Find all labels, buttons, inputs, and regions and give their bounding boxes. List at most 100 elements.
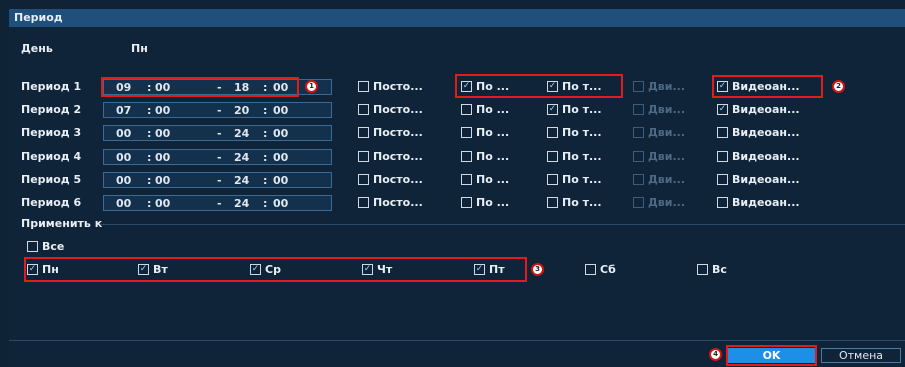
checkbox-box[interactable]: [717, 127, 728, 138]
checkbox-box[interactable]: [461, 197, 472, 208]
time-range-input[interactable]: 07:00-20:00: [103, 102, 332, 118]
time-range-input[interactable]: 00:00-24:00: [103, 149, 332, 165]
record-type-label: По ...: [476, 150, 510, 163]
checkbox-box: [633, 151, 644, 162]
time-range-input[interactable]: 00:00-24:00: [103, 172, 332, 188]
checkbox-box: [633, 197, 644, 208]
time-range-input[interactable]: 00:00-24:00: [103, 125, 332, 141]
time-to-minute: 00: [273, 127, 289, 140]
time-separator: :: [147, 151, 152, 164]
marker-4: 4: [709, 348, 722, 361]
checkbox-box[interactable]: [547, 127, 558, 138]
checkbox-box[interactable]: [461, 151, 472, 162]
record-type-checkbox[interactable]: По т...: [547, 126, 602, 139]
day-value[interactable]: Пн: [131, 42, 148, 55]
checkmark-icon[interactable]: ✓: [547, 104, 558, 115]
cancel-button[interactable]: Отмена: [821, 348, 901, 363]
record-type-label: Посто...: [373, 80, 423, 93]
record-type-label: Видеоан...: [732, 103, 800, 116]
time-from-minute: 00: [155, 104, 171, 117]
checkbox-box[interactable]: [358, 127, 369, 138]
record-type-checkbox[interactable]: Видеоан...: [717, 150, 800, 163]
record-type-checkbox[interactable]: По т...: [547, 150, 602, 163]
checkbox-box[interactable]: [358, 104, 369, 115]
highlight-recording-types: [455, 74, 623, 98]
time-range-input[interactable]: 00:00-24:00: [103, 195, 332, 211]
time-from-hour: 07: [116, 104, 132, 117]
record-type-checkbox[interactable]: Посто...: [358, 196, 423, 209]
checkbox-box[interactable]: [547, 197, 558, 208]
period-label: Период 5: [21, 173, 82, 186]
checkbox-box[interactable]: [547, 151, 558, 162]
record-type-label: Посто...: [373, 173, 423, 186]
record-type-label: Посто...: [373, 103, 423, 116]
record-type-checkbox[interactable]: Посто...: [358, 173, 423, 186]
period-label: Период 4: [21, 150, 82, 163]
record-type-label: По т...: [562, 126, 602, 139]
highlight-video-analytics: [712, 75, 823, 98]
time-separator: :: [263, 104, 268, 117]
record-type-checkbox[interactable]: По ...: [461, 103, 509, 116]
apply-day-checkbox[interactable]: Вс: [697, 263, 727, 276]
checkbox-box[interactable]: [717, 151, 728, 162]
checkmark-icon[interactable]: ✓: [717, 104, 728, 115]
time-to-minute: 00: [273, 174, 289, 187]
record-type-label: По ...: [476, 103, 510, 116]
record-type-label: Посто...: [373, 196, 423, 209]
record-type-checkbox[interactable]: По ...: [461, 150, 509, 163]
checkbox-box[interactable]: [358, 151, 369, 162]
record-type-label: Посто...: [373, 126, 423, 139]
checkbox-box[interactable]: [461, 127, 472, 138]
record-type-checkbox[interactable]: Посто...: [358, 126, 423, 139]
record-type-checkbox[interactable]: По ...: [461, 126, 509, 139]
record-type-checkbox[interactable]: По ...: [461, 173, 509, 186]
time-separator: :: [263, 197, 268, 210]
record-type-label: Дви...: [648, 150, 686, 163]
record-type-checkbox[interactable]: Посто...: [358, 80, 423, 93]
apply-day-checkbox[interactable]: Сб: [585, 263, 616, 276]
checkbox-box[interactable]: [358, 81, 369, 92]
time-to-hour: 24: [234, 197, 250, 210]
record-type-checkbox[interactable]: Видеоан...: [717, 173, 800, 186]
apply-all-checkbox[interactable]: Все: [27, 240, 64, 253]
checkbox-box[interactable]: [717, 197, 728, 208]
checkbox-box[interactable]: [27, 241, 38, 252]
record-type-checkbox[interactable]: Видеоан...: [717, 126, 800, 139]
record-type-label: Видеоан...: [732, 173, 800, 186]
marker-2: 2: [832, 80, 845, 93]
record-type-label: Посто...: [373, 150, 423, 163]
checkbox-box[interactable]: [585, 264, 596, 275]
checkbox-box[interactable]: [697, 264, 708, 275]
record-type-label: Дви...: [648, 103, 686, 116]
dialog-title: Период: [9, 9, 905, 27]
marker-1: 1: [305, 80, 318, 93]
highlight-weekdays: [24, 257, 527, 282]
record-type-checkbox[interactable]: Посто...: [358, 103, 423, 116]
time-to-hour: 20: [234, 104, 250, 117]
record-type-checkbox[interactable]: Видеоан...: [717, 196, 800, 209]
checkbox-box[interactable]: [358, 197, 369, 208]
record-type-checkbox[interactable]: По т...: [547, 173, 602, 186]
time-from-minute: 00: [155, 174, 171, 187]
time-to-minute: 00: [273, 104, 289, 117]
record-type-checkbox[interactable]: По т...: [547, 196, 602, 209]
period-label: Период 3: [21, 126, 82, 139]
time-dash: -: [217, 197, 222, 210]
apply-day-label: Сб: [600, 263, 616, 276]
record-type-label: Дви...: [648, 173, 686, 186]
record-type-label: По т...: [562, 196, 602, 209]
record-type-label: Видеоан...: [732, 196, 800, 209]
checkbox-box[interactable]: [461, 174, 472, 185]
record-type-checkbox: Дви...: [633, 150, 685, 163]
record-type-checkbox[interactable]: ✓ По т...: [547, 103, 602, 116]
record-type-checkbox[interactable]: ✓ Видеоан...: [717, 103, 800, 116]
record-type-checkbox[interactable]: По ...: [461, 196, 509, 209]
checkbox-box[interactable]: [358, 174, 369, 185]
record-type-checkbox[interactable]: Посто...: [358, 150, 423, 163]
apply-to-label: Применить к: [21, 217, 103, 230]
checkbox-box[interactable]: [717, 174, 728, 185]
footer-divider: [9, 340, 905, 341]
checkbox-box[interactable]: [547, 174, 558, 185]
checkbox-box[interactable]: [461, 104, 472, 115]
record-type-label: Дви...: [648, 80, 686, 93]
